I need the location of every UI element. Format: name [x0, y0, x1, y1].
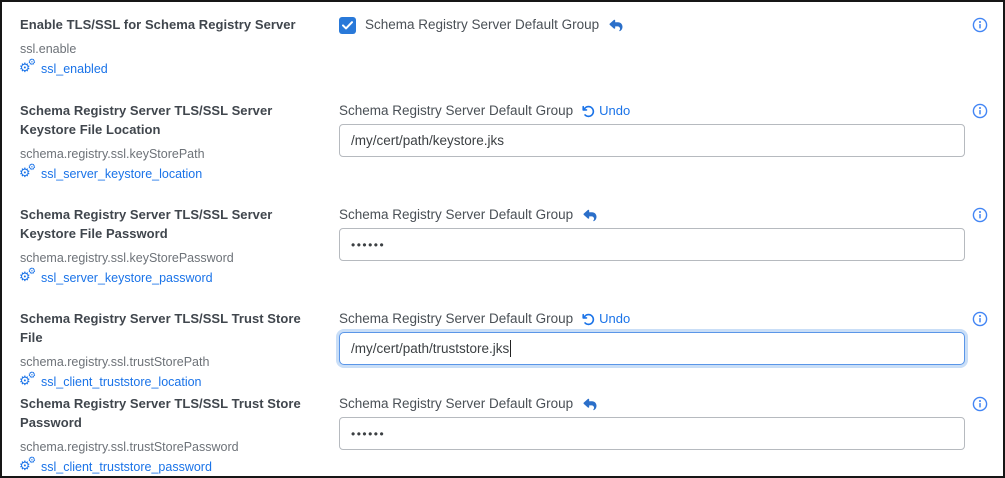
setting-title: Enable TLS/SSL for Schema Registry Serve…: [20, 15, 325, 34]
tls-ssl-config-panel: Enable TLS/SSL for Schema Registry Serve…: [0, 0, 1005, 478]
config-row-enable-tls: Enable TLS/SSL for Schema Registry Serve…: [20, 15, 985, 101]
info-circle-icon[interactable]: [972, 207, 988, 223]
setting-title: Schema Registry Server TLS/SSL Server Ke…: [20, 101, 325, 139]
keystore-location-input[interactable]: /my/cert/path/keystore.jks: [339, 124, 965, 157]
config-row-keystore-password: Schema Registry Server TLS/SSL Server Ke…: [20, 205, 985, 309]
gears-icon: ⚙⚙: [20, 376, 36, 390]
undo-button[interactable]: Undo: [582, 101, 630, 121]
input-value: /my/cert/path/keystore.jks: [351, 133, 504, 148]
undo-rotate-icon: [582, 105, 595, 118]
property-name: ssl.enable: [20, 41, 325, 58]
group-label: Schema Registry Server Default Group: [339, 309, 573, 329]
reply-revert-icon[interactable]: [608, 19, 624, 32]
property-name: schema.registry.ssl.trustStorePassword: [20, 439, 325, 456]
undo-rotate-icon: [582, 313, 595, 326]
truststore-password-input[interactable]: ••••••: [339, 417, 965, 450]
undo-label: Undo: [599, 309, 630, 329]
api-name-link[interactable]: ssl_client_truststore_location: [41, 374, 202, 391]
gears-icon: ⚙⚙: [20, 63, 36, 77]
api-name-link[interactable]: ssl_server_keystore_location: [41, 166, 202, 183]
undo-button[interactable]: Undo: [582, 309, 630, 329]
setting-title: Schema Registry Server TLS/SSL Trust Sto…: [20, 309, 325, 347]
api-name-link[interactable]: ssl_enabled: [41, 61, 108, 78]
api-name-link[interactable]: ssl_server_keystore_password: [41, 270, 213, 287]
info-circle-icon[interactable]: [972, 311, 988, 327]
text-caret: [510, 340, 511, 357]
gears-icon: ⚙⚙: [20, 168, 36, 182]
input-value: ••••••: [351, 238, 385, 252]
tls-enable-checkbox[interactable]: [339, 17, 356, 34]
setting-title: Schema Registry Server TLS/SSL Trust Sto…: [20, 394, 325, 432]
info-circle-icon[interactable]: [972, 396, 988, 412]
checkmark-icon: [342, 21, 353, 30]
api-name-link[interactable]: ssl_client_truststore_password: [41, 459, 212, 476]
property-name: schema.registry.ssl.keyStorePassword: [20, 250, 325, 267]
config-row-truststore-location: Schema Registry Server TLS/SSL Trust Sto…: [20, 309, 985, 394]
info-circle-icon[interactable]: [972, 17, 988, 33]
undo-label: Undo: [599, 101, 630, 121]
info-circle-icon[interactable]: [972, 103, 988, 119]
gears-icon: ⚙⚙: [20, 461, 36, 475]
group-label: Schema Registry Server Default Group: [365, 15, 599, 35]
input-value: /my/cert/path/truststore.jks: [351, 341, 509, 356]
group-label: Schema Registry Server Default Group: [339, 394, 573, 414]
config-row-keystore-location: Schema Registry Server TLS/SSL Server Ke…: [20, 101, 985, 205]
input-value: ••••••: [351, 427, 385, 441]
config-row-truststore-password: Schema Registry Server TLS/SSL Trust Sto…: [20, 394, 985, 476]
setting-title: Schema Registry Server TLS/SSL Server Ke…: [20, 205, 325, 243]
property-name: schema.registry.ssl.trustStorePath: [20, 354, 325, 371]
group-label: Schema Registry Server Default Group: [339, 101, 573, 121]
group-label: Schema Registry Server Default Group: [339, 205, 573, 225]
truststore-location-input[interactable]: /my/cert/path/truststore.jks: [339, 332, 965, 365]
gears-icon: ⚙⚙: [20, 272, 36, 286]
reply-revert-icon[interactable]: [582, 398, 598, 411]
property-name: schema.registry.ssl.keyStorePath: [20, 146, 325, 163]
reply-revert-icon[interactable]: [582, 209, 598, 222]
keystore-password-input[interactable]: ••••••: [339, 228, 965, 261]
